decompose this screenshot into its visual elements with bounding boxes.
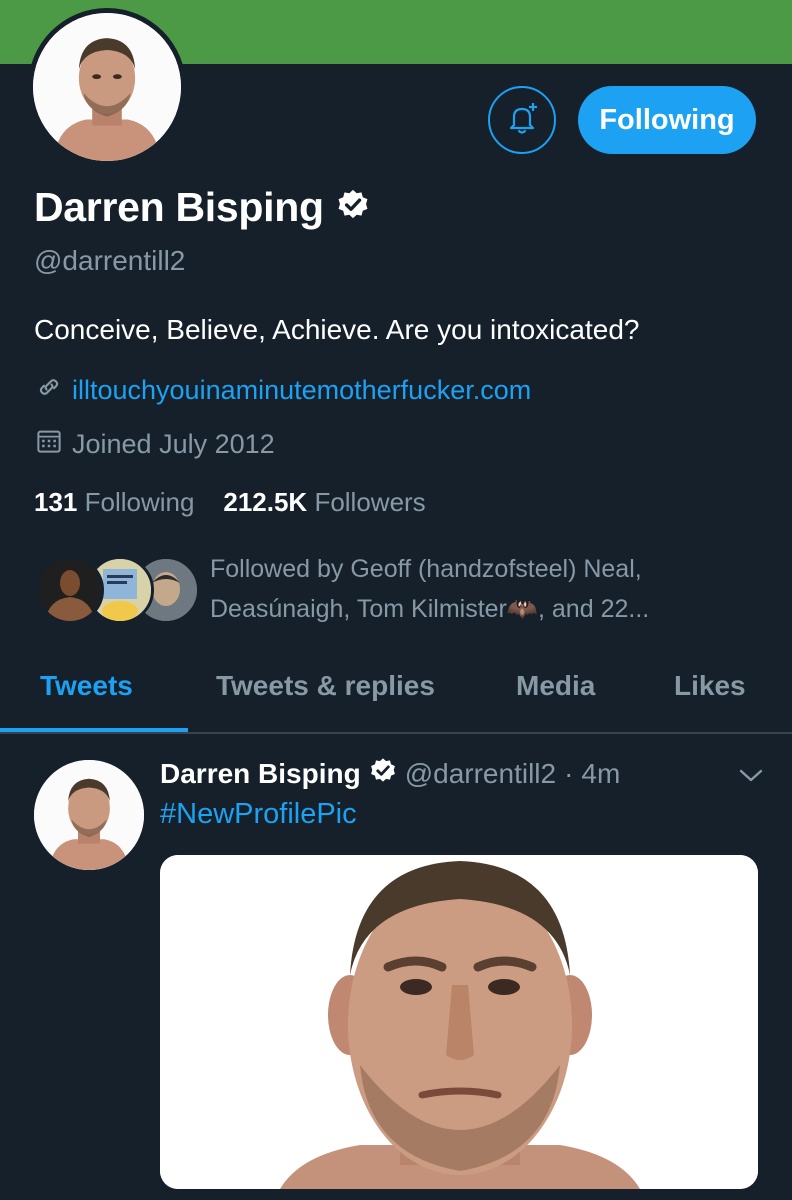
tweet-header: Darren Bisping @darrentill2 · 4m [160, 756, 620, 791]
followed-by-line-2: Deasúnaigh, Tom Kilmister🦇, and 22... [210, 595, 650, 623]
bell-plus-icon [502, 98, 542, 143]
profile-bio: Conceive, Believe, Achieve. Are you into… [34, 314, 640, 345]
tab-media[interactable]: Media [516, 670, 595, 702]
followers-count-link[interactable]: 212.5K Followers [223, 487, 425, 517]
profile-tabs: Tweets Tweets & replies Media Likes [0, 664, 792, 734]
followers-count: 212.5K [223, 487, 308, 517]
verified-icon [336, 184, 370, 231]
tweet-avatar[interactable] [34, 760, 144, 870]
profile-website[interactable]: illtouchyouinaminutemotherfucker.com [34, 372, 531, 409]
tab-tweets-and-replies[interactable]: Tweets & replies [216, 670, 435, 702]
following-label: Following [84, 487, 195, 517]
profile-handle: @darrentill2 [34, 245, 186, 276]
chevron-down-icon[interactable] [738, 766, 764, 791]
avatar [36, 556, 104, 624]
calendar-icon [34, 426, 64, 463]
joined-date: Joined July 2012 [72, 429, 275, 459]
tweet-author-name[interactable]: Darren Bisping [160, 758, 361, 790]
following-count-link[interactable]: 131 Following [34, 487, 194, 517]
tab-likes[interactable]: Likes [674, 670, 746, 702]
profile-avatar-image [33, 13, 181, 161]
tab-tweets[interactable]: Tweets [40, 670, 133, 702]
followers-you-know-avatars[interactable] [36, 556, 200, 628]
followed-by-text[interactable]: Followed by Geoff (handzofsteel) Neal, D… [210, 549, 770, 629]
tweet-media-image[interactable] [160, 855, 758, 1189]
profile-avatar[interactable] [28, 8, 186, 166]
profile-name-row: Darren Bisping [34, 184, 370, 231]
profile-name: Darren Bisping [34, 184, 324, 230]
notifications-bell-button[interactable] [488, 86, 556, 154]
tweet-author-handle[interactable]: @darrentill2 [405, 758, 556, 790]
active-tab-indicator [0, 728, 188, 732]
website-link[interactable]: illtouchyouinaminutemotherfucker.com [72, 375, 531, 406]
tweet-timestamp[interactable]: 4m [581, 758, 620, 790]
verified-icon [369, 756, 397, 791]
followers-label: Followers [314, 487, 426, 517]
profile-joined: Joined July 2012 [34, 426, 275, 463]
tweet-hashtag[interactable]: #NewProfilePic [160, 798, 357, 831]
follow-counts: 131 Following 212.5K Followers [34, 487, 426, 518]
following-count: 131 [34, 487, 78, 517]
link-icon [34, 372, 64, 409]
following-button[interactable]: Following [578, 86, 756, 154]
followed-by-line-1: Followed by Geoff (handzofsteel) Neal, [210, 555, 642, 583]
tweet-separator: · [564, 757, 574, 789]
